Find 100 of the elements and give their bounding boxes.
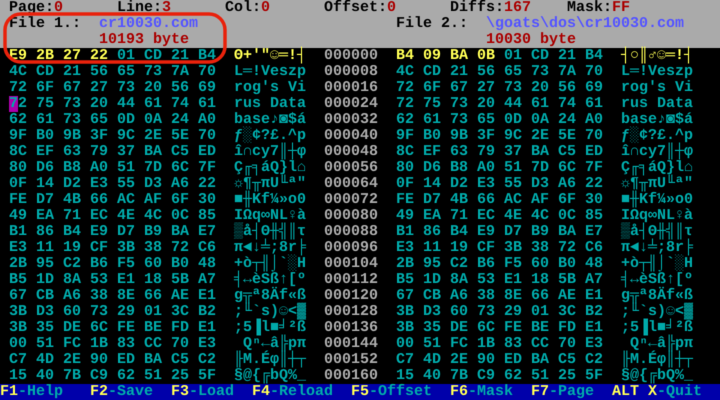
hex-byte: E1 — [585, 320, 603, 336]
hex-byte: D6 — [423, 160, 441, 176]
hex-byte: 51 — [144, 368, 162, 384]
hex-byte: 55 — [117, 176, 135, 192]
hex-byte: BA — [144, 352, 162, 368]
hex-byte: D2 — [450, 176, 468, 192]
function-key[interactable]: F7-Page — [531, 384, 594, 400]
hex-byte: F5 — [504, 256, 522, 272]
hex-byte: 15 — [396, 368, 414, 384]
hex-byte: B5 — [396, 272, 414, 288]
hex-byte: 19 — [63, 240, 81, 256]
hex-byte: 38 — [90, 288, 108, 304]
hex-byte: 6F — [36, 80, 54, 96]
hex-byte: 40 — [36, 368, 54, 384]
function-key[interactable]: F1-Help — [0, 384, 63, 400]
hex-byte: D7 — [36, 192, 54, 208]
hex-byte: 18 — [144, 272, 162, 288]
hex-byte: 56 — [90, 64, 108, 80]
ascii-text: ☼¶╥πU╙ª" — [234, 176, 306, 192]
hex-byte: 85 — [198, 208, 216, 224]
ascii-text: Qⁿ←â╠pπ — [243, 336, 306, 352]
function-key[interactable]: F2-Save — [90, 384, 153, 400]
hex-byte: 11 — [423, 240, 441, 256]
status-value: 0 — [387, 0, 396, 16]
hex-byte: BE — [144, 320, 162, 336]
hex-byte: 60 — [531, 256, 549, 272]
status-label: Page: — [9, 0, 54, 16]
hex-byte: 73 — [477, 304, 495, 320]
hex-byte: 73 — [117, 80, 135, 96]
hex-byte: 90 — [90, 352, 108, 368]
hex-byte: 51 — [36, 336, 54, 352]
function-key[interactable]: ALT X-Quit — [612, 384, 702, 400]
hex-byte: 62 — [9, 112, 27, 128]
hex-byte: 80 — [9, 160, 27, 176]
hex-byte: 4E — [504, 208, 522, 224]
status-label: Diffs: — [450, 0, 504, 16]
hex-byte: 55 — [504, 176, 522, 192]
hex-byte: FE — [9, 192, 27, 208]
ascii-text: +ò┬╢⌡`░H — [234, 256, 306, 272]
hex-byte: 66 — [144, 288, 162, 304]
hex-byte: 5E — [558, 128, 576, 144]
hex-byte: B1 — [396, 224, 414, 240]
hex-byte: 61 — [198, 96, 216, 112]
hex-byte: 62 — [117, 368, 135, 384]
hex-byte: AE — [171, 288, 189, 304]
hex-byte: 25 — [558, 368, 576, 384]
hex-byte: AC — [117, 192, 135, 208]
hex-byte: 3B — [9, 320, 27, 336]
hex-byte: 35 — [423, 320, 441, 336]
hex-byte: 0A — [531, 112, 549, 128]
hex-byte: B4 — [396, 48, 414, 64]
hex-byte: CC — [531, 336, 549, 352]
hex-byte: 24 — [171, 112, 189, 128]
ascii-text: base♪◙$á — [621, 112, 693, 128]
hex-byte: 38 — [477, 288, 495, 304]
hex-byte: 65 — [117, 64, 135, 80]
hex-byte: CD — [144, 48, 162, 64]
hex-byte: 24 — [558, 112, 576, 128]
hex-byte: 35 — [36, 320, 54, 336]
function-key[interactable]: F6-Mask — [450, 384, 513, 400]
hex-byte: C7 — [9, 352, 27, 368]
function-key[interactable]: F4-Reload — [252, 384, 333, 400]
hex-byte: 67 — [450, 80, 468, 96]
offset-text: 000104 — [324, 256, 378, 272]
hex-byte: 30 — [198, 192, 216, 208]
hex-byte: B8 — [450, 160, 468, 176]
hex-byte: ED — [585, 144, 603, 160]
hex-byte: 71 — [450, 208, 468, 224]
hex-byte: A0 — [90, 160, 108, 176]
hex-byte: 70 — [171, 336, 189, 352]
hex-byte: 8E — [504, 288, 522, 304]
hex-byte: 2B — [396, 256, 414, 272]
hex-byte: B2 — [198, 304, 216, 320]
hex-byte: EC — [477, 208, 495, 224]
function-key[interactable]: F3-Load — [171, 384, 234, 400]
hex-byte: 73 — [90, 304, 108, 320]
hex-byte: 66 — [477, 192, 495, 208]
hex-byte: C5 — [171, 144, 189, 160]
hex-byte: 4C — [9, 64, 27, 80]
hex-byte: 20 — [531, 80, 549, 96]
function-key[interactable]: F5-Offset — [351, 384, 432, 400]
hex-byte: 56 — [171, 80, 189, 96]
hex-byte: 4E — [117, 208, 135, 224]
hex-byte: 83 — [117, 336, 135, 352]
hex-byte: 56 — [558, 80, 576, 96]
offset-text: 000136 — [324, 320, 378, 336]
hex-byte: FD — [558, 320, 576, 336]
hex-byte: 85 — [585, 208, 603, 224]
hex-byte: 6F — [558, 192, 576, 208]
hex-byte: CD — [531, 48, 549, 64]
hex-byte: 6C — [477, 320, 495, 336]
offset-text: 000088 — [324, 224, 378, 240]
hex-byte: A6 — [558, 176, 576, 192]
hex-byte: 70 — [558, 336, 576, 352]
hex-byte: 21 — [63, 64, 81, 80]
hex-byte: A6 — [171, 176, 189, 192]
hex-byte: 01 — [144, 304, 162, 320]
hex-byte: 7A — [558, 64, 576, 80]
hex-byte: 67 — [9, 288, 27, 304]
file-size: 10030 byte — [486, 32, 576, 48]
